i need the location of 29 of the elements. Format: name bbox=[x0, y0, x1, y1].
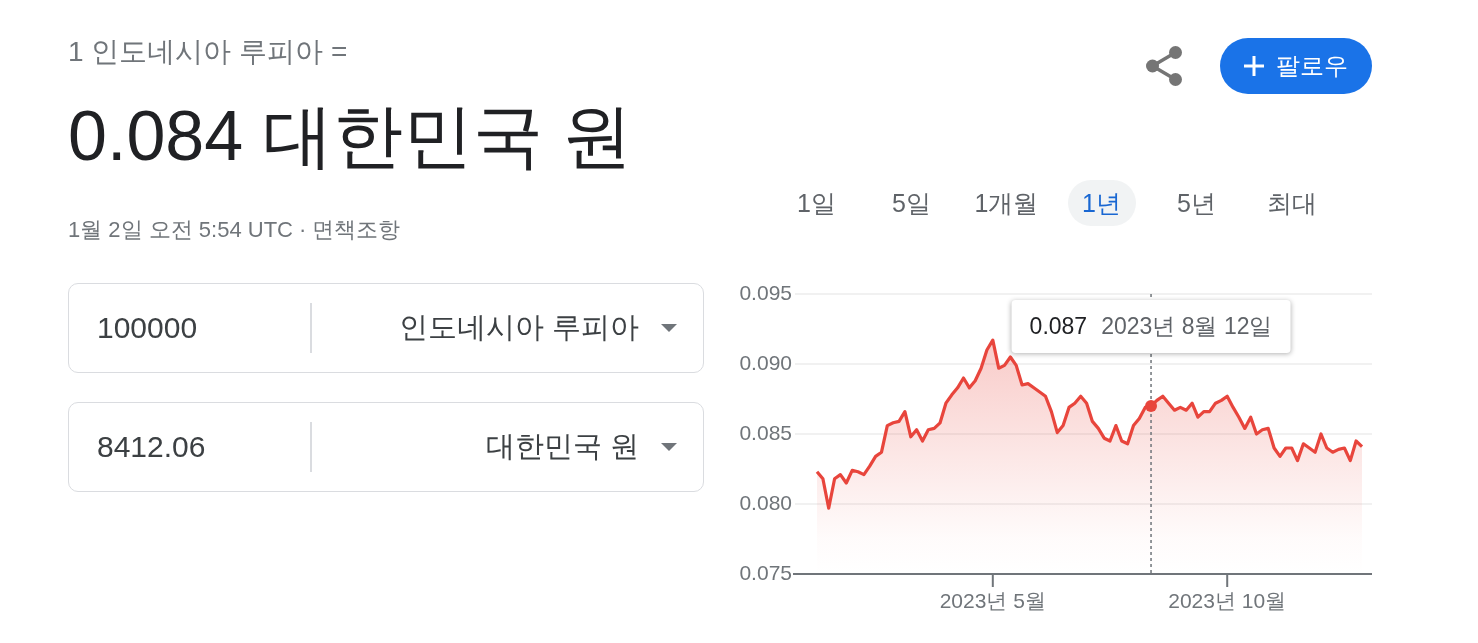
caret-icon bbox=[661, 443, 677, 451]
range-tab[interactable]: 1개월 bbox=[962, 180, 1051, 226]
amount-input[interactable]: 8412.06 bbox=[97, 422, 296, 472]
update-time: 1월 2일 오전 5:54 UTC · bbox=[68, 216, 307, 244]
range-tab[interactable]: 1년 bbox=[1067, 180, 1136, 226]
currency-dropdown[interactable]: 대한민국 원 bbox=[311, 422, 677, 472]
tooltip-value: 0.087 bbox=[1029, 313, 1088, 340]
x-axis-label: 2023년 5월 bbox=[939, 588, 1046, 612]
range-tab[interactable]: 최대 bbox=[1254, 180, 1329, 226]
share-icon[interactable] bbox=[1145, 45, 1183, 87]
currency-dropdown[interactable]: 인도네시아 루피아 bbox=[311, 303, 677, 353]
y-axis-label: 0.095 bbox=[739, 280, 792, 304]
range-tab[interactable]: 5일 bbox=[877, 180, 946, 226]
follow-button[interactable]: 팔로우 bbox=[1220, 38, 1372, 94]
disclaimer-link[interactable]: 면책조항 bbox=[312, 214, 401, 246]
range-tab[interactable]: 5년 bbox=[1162, 180, 1231, 226]
caret-icon bbox=[661, 324, 677, 332]
currency-pair-label: 1 인도네시아 루피아 = bbox=[68, 35, 349, 69]
plus-icon bbox=[1244, 56, 1264, 76]
range-tab[interactable]: 1일 bbox=[782, 180, 851, 226]
y-axis-label: 0.085 bbox=[739, 420, 792, 444]
point-marker-icon bbox=[1145, 400, 1158, 412]
x-axis-label: 2023년 10월 bbox=[1168, 588, 1287, 612]
amount-input[interactable]: 100000 bbox=[97, 303, 296, 353]
tooltip-date: 2023년 8월 12일 bbox=[1101, 312, 1273, 341]
exchange-rate-value: 0.084 대한민국 원 bbox=[68, 96, 634, 177]
y-axis-label: 0.080 bbox=[739, 490, 792, 514]
y-axis-label: 0.075 bbox=[739, 560, 792, 584]
y-axis-label: 0.090 bbox=[739, 350, 792, 374]
